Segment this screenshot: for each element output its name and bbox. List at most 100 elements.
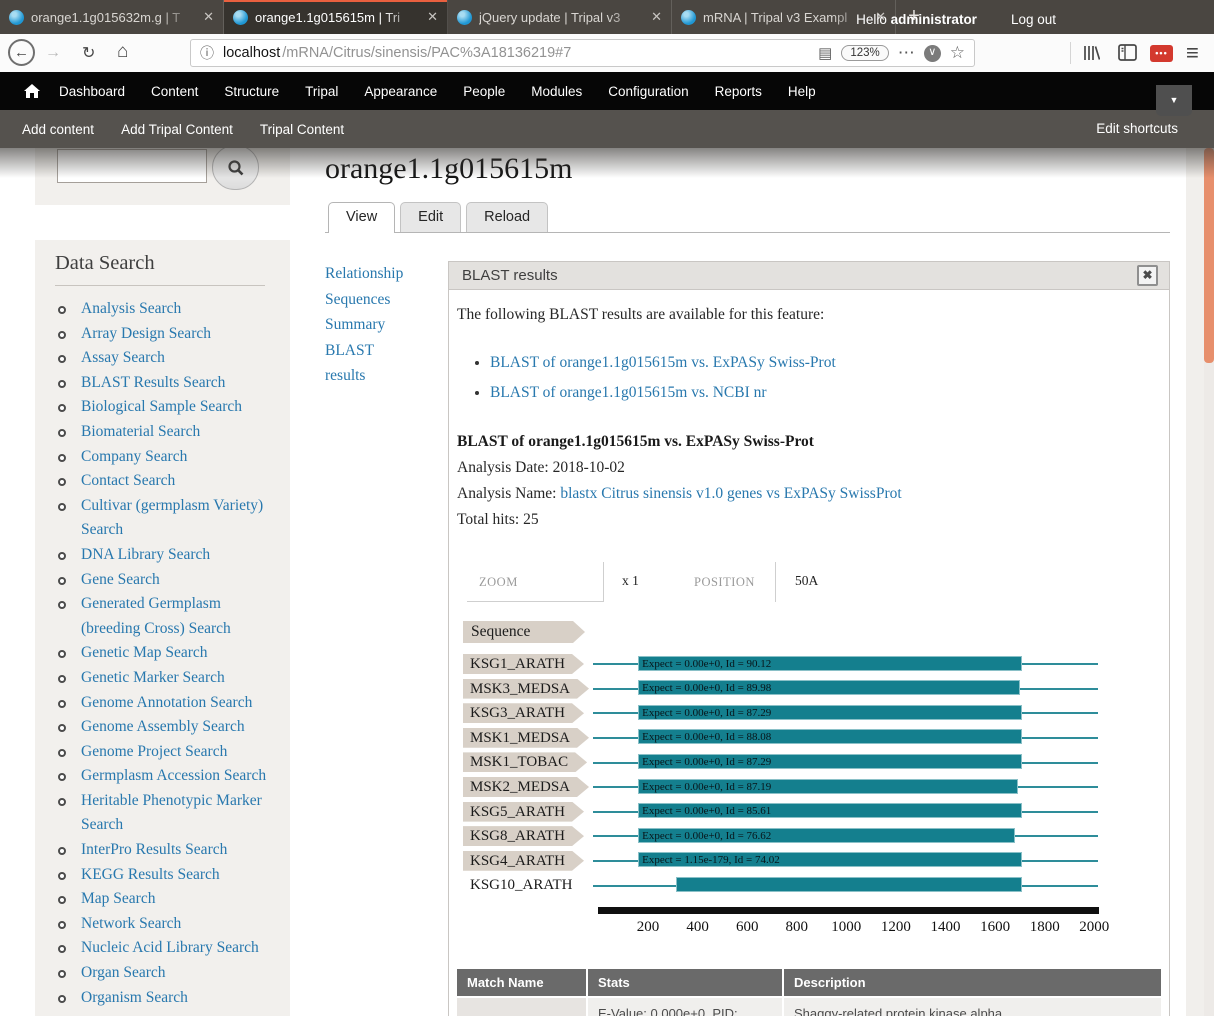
data-search-link[interactable]: BLAST Results Search xyxy=(81,374,225,391)
sidebars-icon[interactable] xyxy=(1118,44,1137,61)
reader-mode-icon[interactable]: ▤ xyxy=(818,44,832,62)
data-search-link[interactable]: Cultivar (germplasm Variety) Search xyxy=(81,497,263,539)
data-search-link[interactable]: Contact Search xyxy=(81,472,175,489)
data-search-link[interactable]: Biomaterial Search xyxy=(81,423,200,440)
data-search-link[interactable]: Biological Sample Search xyxy=(81,398,242,415)
data-search-link[interactable]: Organism Search xyxy=(81,989,188,1006)
hsp-bar[interactable]: Expect = 0.00e+0, Id = 87.19 xyxy=(638,779,1018,794)
back-icon[interactable]: ← xyxy=(8,39,35,66)
track-name-pennant[interactable]: KSG4_ARATH xyxy=(463,851,584,871)
toolbar-toggle-button[interactable]: ▼ xyxy=(1156,85,1192,116)
admin-menu-content[interactable]: Content xyxy=(138,84,211,99)
tab-close-icon[interactable]: ✕ xyxy=(203,9,214,25)
data-search-link[interactable]: Germplasm Accession Search xyxy=(81,767,266,784)
url-bar[interactable]: ⓘ localhost /mRNA/Citrus/sinensis/PAC%3A… xyxy=(190,39,975,67)
blast-report-link[interactable]: BLAST of orange1.1g015615m vs. NCBI nr xyxy=(490,384,767,401)
blast-report-link[interactable]: BLAST of orange1.1g015615m vs. ExPASy Sw… xyxy=(490,354,836,371)
analysis-name-link[interactable]: blastx Citrus sinensis v1.0 genes vs ExP… xyxy=(560,485,901,502)
data-search-link[interactable]: Nucleic Acid Library Search xyxy=(81,939,259,956)
data-search-link[interactable]: Generated Germplasm (breeding Cross) Sea… xyxy=(81,595,231,637)
tab-close-icon[interactable]: ✕ xyxy=(651,9,662,25)
bookmark-star-icon[interactable]: ☆ xyxy=(950,43,965,63)
data-search-link[interactable]: Organ Search xyxy=(81,964,166,981)
tab-edit[interactable]: Edit xyxy=(400,202,461,232)
tab-reload[interactable]: Reload xyxy=(466,202,548,232)
toc-link-blast-results[interactable]: BLAST results xyxy=(325,338,415,389)
data-search-link[interactable]: Assay Search xyxy=(81,349,165,366)
track-name-pennant[interactable]: MSK2_MEDSA xyxy=(463,777,589,797)
panel-close-icon[interactable]: ✖ xyxy=(1137,265,1158,286)
hsp-bar[interactable]: Expect = 0.00e+0, Id = 87.29 xyxy=(638,754,1022,769)
reload-icon[interactable]: ↻ xyxy=(82,43,95,63)
data-search-link[interactable]: Genetic Map Search xyxy=(81,644,208,661)
toc-link-summary[interactable]: Summary xyxy=(325,312,415,338)
data-search-link[interactable]: InterPro Results Search xyxy=(81,841,227,858)
zoom-level-badge[interactable]: 123% xyxy=(841,45,888,61)
data-search-link[interactable]: Genome Project Search xyxy=(81,743,227,760)
hsp-bar[interactable] xyxy=(676,877,1022,892)
home-icon[interactable]: ⌂ xyxy=(117,41,128,63)
data-search-link[interactable]: KEGG Results Search xyxy=(81,866,220,883)
hsp-bar[interactable]: Expect = 0.00e+0, Id = 90.12 xyxy=(638,656,1022,671)
hsp-bar[interactable]: Expect = 0.00e+0, Id = 87.29 xyxy=(638,705,1022,720)
site-info-icon[interactable]: ⓘ xyxy=(200,43,214,63)
data-search-link[interactable]: DNA Library Search xyxy=(81,546,210,563)
data-search-link[interactable]: Map Search xyxy=(81,890,155,907)
toc-link-sequences[interactable]: Sequences xyxy=(325,287,415,313)
browser-tab[interactable]: orange1.1g015615m | Tri✕ xyxy=(224,0,448,34)
forward-icon[interactable]: → xyxy=(45,44,61,62)
track-name-pennant[interactable]: MSK3_MEDSA xyxy=(463,679,589,699)
toc-link-relationship[interactable]: Relationship xyxy=(325,261,415,287)
data-search-link[interactable]: Genetic Marker Search xyxy=(81,669,225,686)
hsp-bar[interactable]: Expect = 0.00e+0, Id = 89.98 xyxy=(638,680,1020,695)
hsp-bar[interactable]: Expect = 0.00e+0, Id = 88.08 xyxy=(638,729,1022,744)
track-name-pennant[interactable]: KSG1_ARATH xyxy=(463,654,584,674)
admin-home-icon[interactable] xyxy=(24,84,40,98)
track-name-pennant[interactable]: MSK1_TOBAC xyxy=(463,752,587,772)
zoom-control-value[interactable]: x 1 xyxy=(622,573,639,589)
library-icon[interactable] xyxy=(1082,44,1100,62)
admin-menu-dashboard[interactable]: Dashboard xyxy=(46,84,138,99)
data-search-link[interactable]: Gene Search xyxy=(81,571,160,588)
edit-shortcuts-link[interactable]: Edit shortcuts xyxy=(1096,121,1178,136)
admin-menu-people[interactable]: People xyxy=(450,84,518,99)
track-name-pennant[interactable]: KSG5_ARATH xyxy=(463,802,584,822)
browser-tab[interactable]: orange1.1g015632m.g | T✕ xyxy=(0,0,224,34)
data-search-link[interactable]: Genome Annotation Search xyxy=(81,694,252,711)
position-control-value[interactable]: 50A xyxy=(795,573,818,589)
data-search-link[interactable]: Genome Assembly Search xyxy=(81,718,245,735)
shortcut-add-content[interactable]: Add content xyxy=(22,122,94,137)
data-search-link[interactable]: Company Search xyxy=(81,448,187,465)
admin-menu-appearance[interactable]: Appearance xyxy=(351,84,450,99)
track-name-pennant[interactable]: MSK1_MEDSA xyxy=(463,728,589,748)
track-name-pennant[interactable]: KSG10_ARATH xyxy=(463,875,573,895)
pocket-icon[interactable]: ∨ xyxy=(924,45,941,62)
shortcut-add-tripal-content[interactable]: Add Tripal Content xyxy=(121,122,233,137)
admin-menu-structure[interactable]: Structure xyxy=(211,84,292,99)
logout-link[interactable]: Log out xyxy=(1011,12,1056,27)
shortcut-tripal-content[interactable]: Tripal Content xyxy=(260,122,344,137)
data-search-link[interactable]: Heritable Phenotypic Marker Search xyxy=(81,792,262,834)
tab-close-icon[interactable]: ✕ xyxy=(427,9,438,25)
hsp-bar[interactable]: Expect = 1.15e-179, Id = 74.02 xyxy=(638,852,1022,867)
track-name-pennant[interactable]: KSG3_ARATH xyxy=(463,703,584,723)
tab-view[interactable]: View xyxy=(328,202,395,233)
admin-menu-help[interactable]: Help xyxy=(775,84,829,99)
track-name-pennant[interactable]: KSG8_ARATH xyxy=(463,826,584,846)
admin-menu-modules[interactable]: Modules xyxy=(518,84,595,99)
extension-badge-icon[interactable]: ••• xyxy=(1150,45,1173,62)
browser-tab[interactable]: jQuery update | Tripal v3✕ xyxy=(448,0,672,34)
search-input[interactable] xyxy=(57,149,207,183)
hsp-bar[interactable]: Expect = 0.00e+0, Id = 85.61 xyxy=(638,803,1022,818)
page-actions-icon[interactable]: ⋯ xyxy=(898,43,915,63)
admin-menu-tripal[interactable]: Tripal xyxy=(292,84,351,99)
search-button[interactable] xyxy=(212,148,259,190)
data-search-link[interactable]: Network Search xyxy=(81,915,181,932)
menu-icon[interactable]: ≡ xyxy=(1186,40,1199,66)
admin-menu-reports[interactable]: Reports xyxy=(702,84,775,99)
data-search-link[interactable]: Array Design Search xyxy=(81,325,211,342)
scrollbar-thumb[interactable] xyxy=(1204,148,1214,363)
admin-menu-configuration[interactable]: Configuration xyxy=(595,84,701,99)
data-search-link[interactable]: Analysis Search xyxy=(81,300,181,317)
hsp-bar[interactable]: Expect = 0.00e+0, Id = 76.62 xyxy=(638,828,1015,843)
